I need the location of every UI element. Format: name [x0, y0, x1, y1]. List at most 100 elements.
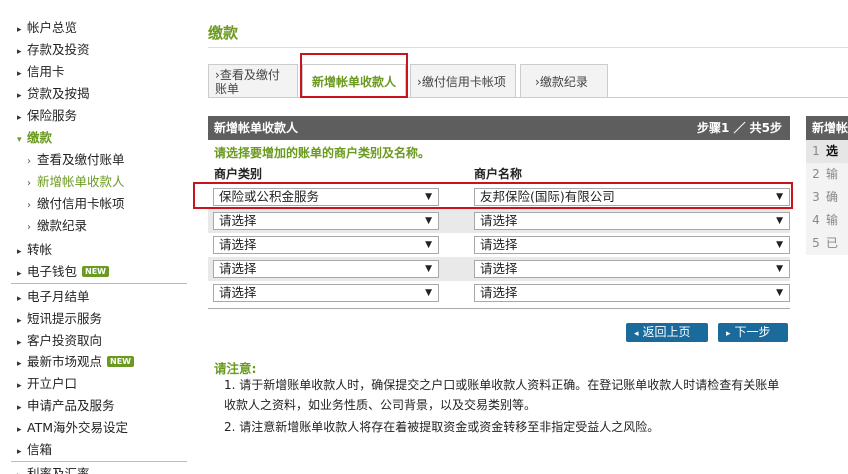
tab-pay-credit-card[interactable]: ›缴付信用卡帐项 [410, 64, 516, 98]
sidebar-item-e-wallet[interactable]: ▸ 电子钱包 NEW [17, 262, 109, 282]
sidebar-item-label: 存款及投资 [27, 42, 90, 57]
merchant-select[interactable]: 请选择 ▼ [474, 236, 790, 254]
arrow-right-icon: ▸ [17, 359, 22, 369]
sidebar-item-atm-overseas[interactable]: ▸ ATM海外交易设定 [17, 418, 128, 438]
tab-payment-history[interactable]: ›缴款纪录 [520, 64, 608, 98]
sidebar-subitem-label: 缴款纪录 [37, 218, 88, 233]
sidebar-item-label: 客户投资取向 [27, 333, 103, 348]
category-select[interactable]: 请选择 ▼ [213, 284, 439, 302]
sidebar-item-account-overview[interactable]: ▸ 帐户总览 [17, 18, 77, 38]
column-header-category: 商户类别 [214, 167, 263, 181]
sidebar-item-sms-alerts[interactable]: ▸ 短讯提示服务 [17, 309, 102, 329]
table-row: 请选择 ▼ 请选择 ▼ [208, 209, 790, 233]
step-item: 4输 [806, 209, 848, 232]
arrow-right-icon: ▸ [17, 316, 22, 326]
tab-label: 查看及缴付账单 [215, 68, 280, 96]
caret-down-icon: ▼ [776, 288, 783, 298]
category-select[interactable]: 请选择 ▼ [213, 260, 439, 278]
merchant-select-value: 请选择 [480, 261, 518, 276]
column-header-merchant-name: 商户名称 [474, 167, 523, 181]
sidebar-item-open-account[interactable]: ▸ 开立户口 [17, 374, 77, 394]
arrow-right-icon: ▸ [17, 403, 22, 413]
sidebar-item-label: 利率及汇率 [27, 466, 90, 474]
sidebar-subitem-pay-credit-card[interactable]: › 缴付信用卡帐项 [27, 194, 125, 214]
panel-title: 新增帐单收款人 [214, 121, 299, 135]
sidebar-item-label: 保险服务 [27, 108, 78, 123]
step-item: 5已 [806, 232, 848, 255]
table-row: 请选择 ▼ 请选择 ▼ [208, 257, 790, 281]
sidebar-item-investment-profile[interactable]: ▸ 客户投资取向 [17, 331, 102, 351]
merchant-select[interactable]: 请选择 ▼ [474, 284, 790, 302]
sidebar-item-loans[interactable]: ▸ 贷款及按揭 [17, 84, 90, 104]
step-label: 已 [826, 236, 839, 250]
sidebar: ▸ 帐户总览 ▸ 存款及投资 ▸ 信用卡 ▸ 贷款及按揭 ▸ 保险服务 ▾ 缴款 › 查看及缴… [0, 0, 190, 474]
title-divider [208, 47, 848, 48]
arrow-right-icon: ▸ [17, 113, 22, 123]
caret-down-icon: ▼ [425, 288, 432, 298]
sidebar-item-credit-card[interactable]: ▸ 信用卡 [17, 62, 65, 82]
merchant-select-value: 请选择 [480, 213, 518, 228]
note-item: 1. 请于新增账单收款人时，确保提交之户口或账单收款人资料正确。在登记账单收款人… [224, 378, 780, 412]
sidebar-item-e-statement[interactable]: ▸ 电子月结单 [17, 287, 90, 307]
step-number: 5 [812, 236, 820, 250]
sidebar-item-deposits[interactable]: ▸ 存款及投资 [17, 40, 90, 60]
step-number: 3 [812, 190, 820, 204]
step-panel-title: 新增帐 [806, 116, 848, 140]
panel-header: 新增帐单收款人 步骤1 ／ 共5步 [208, 116, 790, 140]
next-button-label: 下一步 [734, 325, 771, 339]
chevron-right-icon: › [27, 200, 31, 211]
sidebar-subitem-add-payee[interactable]: › 新增帐单收款人 [27, 172, 125, 192]
merchant-select[interactable]: 请选择 ▼ [474, 212, 790, 230]
arrow-right-icon: ▸ [17, 381, 22, 391]
back-button[interactable]: ◂ 返回上页 [626, 323, 708, 342]
step-item: 2输 [806, 163, 848, 186]
next-button[interactable]: ▸ 下一步 [718, 323, 788, 342]
sidebar-item-apply-products[interactable]: ▸ 申请产品及服务 [17, 396, 115, 416]
merchant-select[interactable]: 请选择 ▼ [474, 260, 790, 278]
step-label: 确 [826, 190, 839, 204]
sidebar-item-label: 最新市场观点 [27, 354, 103, 369]
instruction-text: 请选择要增加的账单的商户类别及名称。 [214, 146, 431, 160]
step-label: 输 [826, 167, 839, 181]
arrow-right-icon: ▸ [17, 294, 22, 304]
sidebar-item-rates[interactable]: ▸利率及汇率 [17, 464, 90, 474]
chevron-right-icon: › [27, 178, 31, 189]
arrow-right-icon: ▸ [17, 47, 22, 57]
sidebar-divider [11, 283, 187, 284]
sidebar-item-label: 转帐 [27, 242, 53, 257]
sidebar-item-label: ATM海外交易设定 [27, 420, 129, 435]
sidebar-item-label: 缴款 [27, 130, 53, 145]
sidebar-item-insurance[interactable]: ▸ 保险服务 [17, 106, 77, 126]
step-panel: 新增帐 1选 2输 3确 4输 5已 [806, 116, 848, 258]
sidebar-item-market-views[interactable]: ▸ 最新市场观点 NEW [17, 352, 134, 372]
sidebar-item-mailbox[interactable]: ▸ 信箱 [17, 440, 52, 460]
sidebar-subitem-payment-history[interactable]: › 缴款纪录 [27, 216, 87, 236]
step-item: 1选 [806, 140, 848, 163]
table-divider [208, 308, 790, 309]
arrow-right-icon: ▸ [17, 269, 22, 279]
arrow-right-icon: ▸ [17, 25, 22, 35]
sidebar-item-payments[interactable]: ▾ 缴款 [17, 128, 52, 148]
triangle-right-icon: ▸ [726, 329, 731, 339]
arrow-right-icon: ▸ [17, 69, 22, 79]
arrow-down-icon: ▾ [17, 135, 22, 145]
arrow-right-icon: ▸ [17, 247, 22, 257]
category-select[interactable]: 请选择 ▼ [213, 212, 439, 230]
caret-down-icon: ▼ [425, 216, 432, 226]
category-select[interactable]: 请选择 ▼ [213, 236, 439, 254]
category-select-value: 请选择 [219, 261, 257, 276]
sidebar-item-transfer[interactable]: ▸ 转帐 [17, 240, 52, 260]
step-indicator: 步骤1 ／ 共5步 [696, 121, 782, 135]
table-row: 请选择 ▼ 请选择 ▼ [208, 281, 790, 305]
arrow-right-icon: ▸ [17, 91, 22, 101]
caret-down-icon: ▼ [776, 240, 783, 250]
category-select-value: 请选择 [219, 237, 257, 252]
tab-view-pay-bills[interactable]: ›查看及缴付账单 [208, 64, 298, 98]
category-select-value: 请选择 [219, 285, 257, 300]
arrow-right-icon: ▸ [17, 466, 27, 474]
sidebar-subitem-label: 查看及缴付账单 [37, 152, 125, 167]
sidebar-subitem-view-pay-bills[interactable]: › 查看及缴付账单 [27, 150, 125, 170]
tab-label: 缴款纪录 [539, 75, 588, 89]
new-badge: NEW [107, 356, 134, 367]
category-select-value: 请选择 [219, 213, 257, 228]
